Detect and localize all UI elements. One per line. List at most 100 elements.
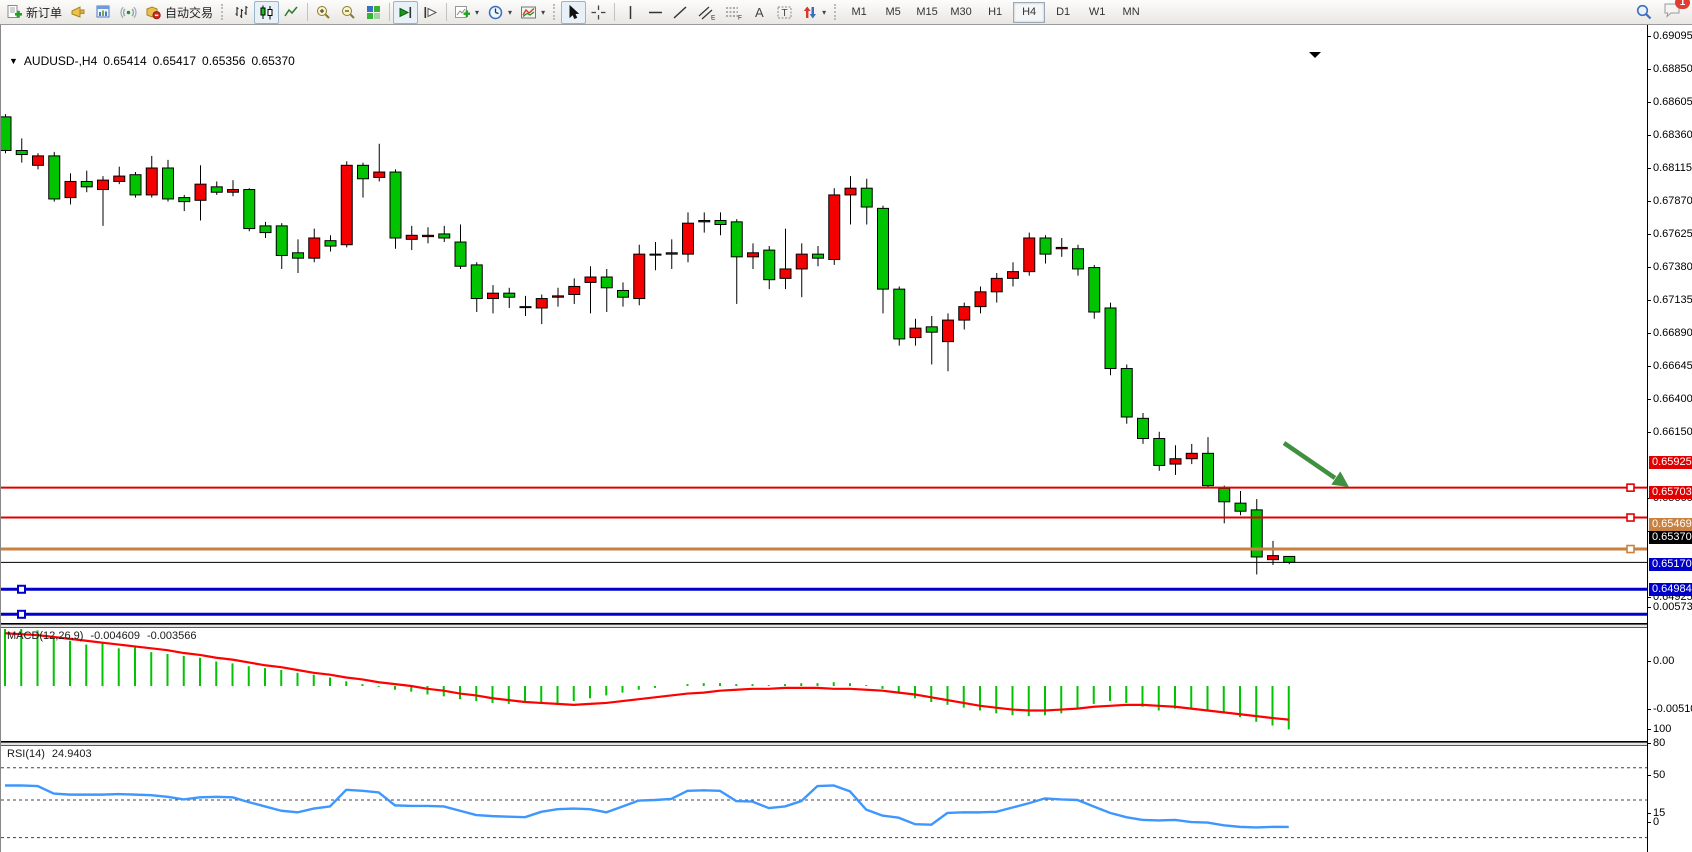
trendline-tool-button[interactable] bbox=[668, 1, 693, 24]
line-handle[interactable] bbox=[18, 586, 25, 593]
auto-scroll-button[interactable] bbox=[393, 1, 418, 24]
chart-shift-button[interactable] bbox=[418, 1, 443, 24]
crosshair-button[interactable] bbox=[586, 1, 611, 24]
timeframe-button-h4[interactable]: H4 bbox=[1013, 2, 1045, 23]
candle-body bbox=[1121, 369, 1132, 417]
timeframe-button-d1[interactable]: D1 bbox=[1047, 2, 1079, 23]
candlestick-mode-button[interactable] bbox=[254, 1, 279, 24]
candle-body bbox=[748, 253, 759, 257]
timeframe-button-m1[interactable]: M1 bbox=[843, 2, 875, 23]
tile-windows-icon bbox=[365, 4, 382, 21]
candle-body bbox=[959, 307, 970, 320]
candle-body bbox=[244, 190, 255, 229]
auto-trading-icon bbox=[145, 4, 162, 21]
candle-body bbox=[975, 292, 986, 307]
candle-body bbox=[569, 286, 580, 294]
new-order-button[interactable]: 新订单 bbox=[2, 1, 66, 24]
line-handle[interactable] bbox=[1627, 514, 1634, 521]
vertical-line-tool-button[interactable] bbox=[618, 1, 643, 24]
price-chart-pane[interactable] bbox=[1, 50, 1647, 624]
timeframe-button-w1[interactable]: W1 bbox=[1081, 2, 1113, 23]
fibonacci-tool-button[interactable]: F bbox=[720, 1, 747, 24]
megaphone-button[interactable] bbox=[66, 1, 91, 24]
price-tick-label: 0.66400 bbox=[1653, 393, 1692, 405]
timeframe-button-m15[interactable]: M15 bbox=[911, 2, 943, 23]
market-watch-button[interactable] bbox=[91, 1, 116, 24]
candle-body bbox=[666, 253, 677, 254]
chart-window-icon bbox=[95, 4, 112, 21]
toolbar-separator bbox=[389, 3, 390, 21]
axis-tick-mark bbox=[1647, 234, 1651, 235]
periods-button[interactable]: ▾ bbox=[483, 1, 516, 24]
candle-body bbox=[293, 253, 304, 258]
chat-button[interactable]: 1 bbox=[1663, 1, 1682, 24]
candle-body bbox=[455, 242, 466, 266]
candle-body bbox=[439, 234, 450, 238]
toolbar-separator bbox=[307, 3, 308, 21]
search-icon[interactable] bbox=[1635, 3, 1653, 21]
tile-windows-button[interactable] bbox=[361, 1, 386, 24]
axis-tick-mark bbox=[1647, 135, 1651, 136]
symbol-title: AUDUSD-,H4 bbox=[24, 54, 97, 68]
timeframe-button-m30[interactable]: M30 bbox=[945, 2, 977, 23]
line-handle[interactable] bbox=[1627, 546, 1634, 553]
text-label-icon: T bbox=[776, 4, 793, 21]
candle-body bbox=[81, 181, 92, 186]
zoom-in-button[interactable] bbox=[311, 1, 336, 24]
rsi-tick-label: 50 bbox=[1653, 769, 1665, 781]
axis-tick-mark bbox=[1647, 399, 1651, 400]
price-axis[interactable]: 0.690950.688500.686050.683600.681150.678… bbox=[1647, 25, 1692, 852]
signals-button[interactable] bbox=[116, 1, 141, 24]
rsi-indicator-pane[interactable] bbox=[1, 746, 1647, 852]
candle-body bbox=[390, 172, 401, 238]
toolbar-separator bbox=[614, 3, 615, 21]
axis-tick-mark bbox=[1647, 267, 1651, 268]
channel-tool-button[interactable]: E bbox=[693, 1, 720, 24]
candle-body bbox=[1073, 249, 1084, 269]
timeframe-button-h1[interactable]: H1 bbox=[979, 2, 1011, 23]
svg-text:T: T bbox=[782, 8, 788, 19]
toolbar-grip bbox=[834, 4, 838, 20]
line-chart-mode-button[interactable] bbox=[279, 1, 304, 24]
candle-body bbox=[163, 168, 174, 199]
price-tick-label: 0.68605 bbox=[1653, 96, 1692, 108]
auto-trading-button[interactable]: 自动交易 bbox=[141, 1, 217, 24]
text-tool-button[interactable]: A bbox=[747, 1, 772, 24]
candle-body bbox=[358, 165, 369, 178]
candle-body bbox=[65, 181, 76, 197]
horizontal-line-tool-button[interactable] bbox=[643, 1, 668, 24]
chart-end-marker-icon bbox=[1309, 52, 1321, 58]
signal-icon bbox=[120, 4, 137, 21]
chart-window: ▼ AUDUSD-,H4 0.65414 0.65417 0.65356 0.6… bbox=[0, 25, 1692, 852]
arrow-annotation-shaft[interactable] bbox=[1284, 443, 1335, 478]
price-tick-label: 0.68850 bbox=[1653, 63, 1692, 75]
rsi-label: RSI(14) 24.9403 bbox=[7, 748, 92, 760]
macd-indicator-pane[interactable] bbox=[1, 628, 1647, 742]
toolbar-separator bbox=[446, 3, 447, 21]
axis-tick-mark bbox=[1647, 366, 1651, 367]
timeframe-toolbar: M1M5M15M30H1H4D1W1MN bbox=[842, 2, 1148, 23]
dropdown-caret-icon: ▾ bbox=[822, 8, 826, 17]
timeframe-button-mn[interactable]: MN bbox=[1115, 2, 1147, 23]
axis-tick-mark bbox=[1647, 36, 1651, 37]
line-handle[interactable] bbox=[18, 611, 25, 618]
macd-tick-label: -0.005102 bbox=[1653, 703, 1692, 715]
candle-body bbox=[1, 117, 11, 151]
text-label-tool-button[interactable]: T bbox=[772, 1, 797, 24]
candle-body bbox=[130, 175, 141, 195]
timeframe-button-m5[interactable]: M5 bbox=[877, 2, 909, 23]
arrows-tool-button[interactable]: ▾ bbox=[797, 1, 830, 24]
line-chart-icon bbox=[283, 4, 300, 21]
vertical-line-icon bbox=[622, 4, 639, 21]
zoom-out-button[interactable] bbox=[336, 1, 361, 24]
bar-chart-mode-button[interactable] bbox=[229, 1, 254, 24]
axis-tick-mark bbox=[1647, 168, 1651, 169]
symbol-collapse-icon[interactable]: ▼ bbox=[9, 56, 18, 66]
candle-body bbox=[341, 165, 352, 244]
symbol-info-line: ▼ AUDUSD-,H4 0.65414 0.65417 0.65356 0.6… bbox=[9, 54, 295, 68]
indicators-button[interactable]: ▾ bbox=[450, 1, 483, 24]
line-handle[interactable] bbox=[1627, 484, 1634, 491]
cursor-button[interactable] bbox=[561, 1, 586, 24]
templates-button[interactable]: ▾ bbox=[516, 1, 549, 24]
new-order-label: 新订单 bbox=[26, 4, 62, 21]
